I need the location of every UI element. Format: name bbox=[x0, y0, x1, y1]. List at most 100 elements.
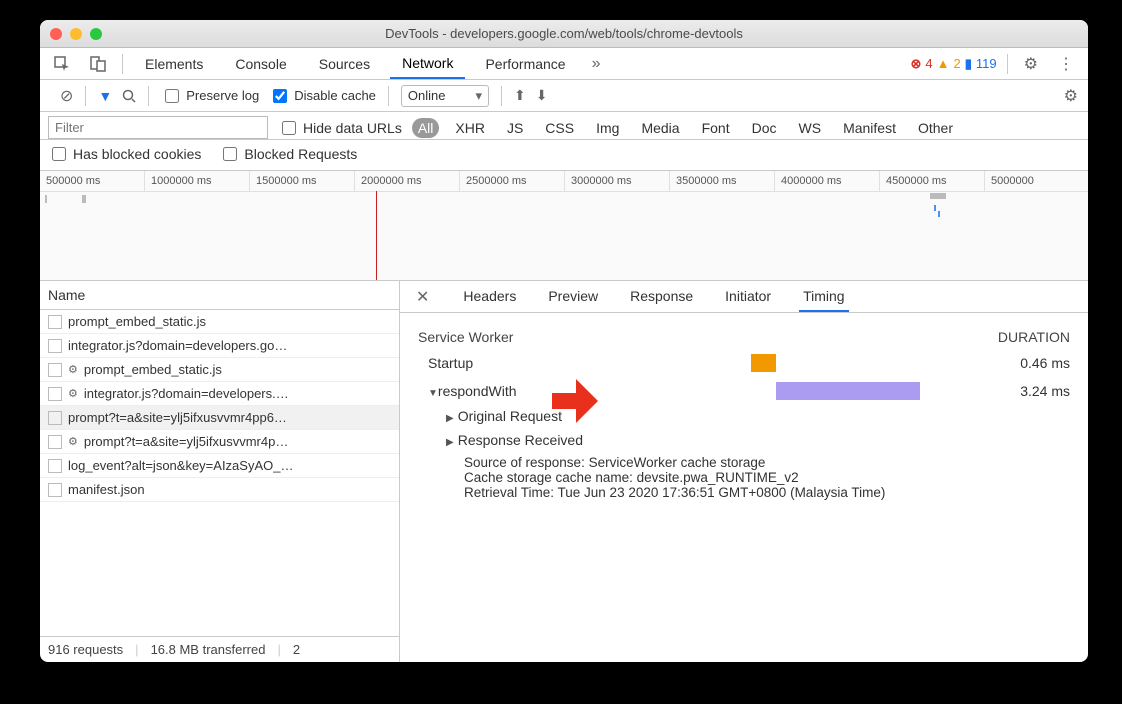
network-toolbar: ⊘ ▼ Preserve log Disable cache Online ▾ … bbox=[40, 80, 1088, 112]
timeline-tick: 2500000 ms bbox=[460, 171, 565, 191]
timeline-tick: 4000000 ms bbox=[775, 171, 880, 191]
hide-data-urls-checkbox[interactable]: Hide data URLs bbox=[278, 118, 402, 138]
close-detail-icon[interactable]: ✕ bbox=[410, 283, 435, 311]
filter-input[interactable] bbox=[48, 116, 268, 139]
timing-tree-item[interactable]: Original Request bbox=[446, 405, 1070, 429]
detail-tab-timing[interactable]: Timing bbox=[799, 282, 849, 312]
preserve-log-label: Preserve log bbox=[186, 88, 259, 103]
has-blocked-cookies-checkbox[interactable]: Has blocked cookies bbox=[48, 144, 201, 164]
request-row[interactable]: ⚙prompt_embed_static.js bbox=[40, 358, 399, 382]
filter-type-other[interactable]: Other bbox=[912, 118, 959, 138]
timing-detail-line: Cache storage cache name: devsite.pwa_RU… bbox=[464, 470, 1070, 485]
network-settings-icon[interactable]: ⚙ bbox=[1064, 86, 1078, 106]
request-row[interactable]: log_event?alt=json&key=AIzaSyAO_… bbox=[40, 454, 399, 478]
timing-section-label: Service Worker bbox=[418, 329, 513, 345]
throttling-value: Online bbox=[408, 88, 446, 103]
filter-type-css[interactable]: CSS bbox=[539, 118, 580, 138]
request-name: integrator.js?domain=developers.go… bbox=[68, 338, 287, 353]
has-blocked-cookies-label: Has blocked cookies bbox=[73, 146, 201, 162]
console-badges[interactable]: ⊗4 ▲2 ▮119 bbox=[911, 56, 997, 72]
timing-bar bbox=[751, 354, 776, 372]
hide-data-urls-label: Hide data URLs bbox=[303, 120, 402, 136]
message-icon: ▮ bbox=[965, 56, 972, 72]
request-row[interactable]: ⚙integrator.js?domain=developers.… bbox=[40, 382, 399, 406]
blocked-requests-checkbox[interactable]: Blocked Requests bbox=[219, 144, 357, 164]
detail-tab-preview[interactable]: Preview bbox=[544, 282, 602, 312]
filter-type-manifest[interactable]: Manifest bbox=[837, 118, 902, 138]
request-row[interactable]: ⚙prompt?t=a&site=ylj5ifxusvvmr4p… bbox=[40, 430, 399, 454]
request-row[interactable]: prompt_embed_static.js bbox=[40, 310, 399, 334]
download-har-icon[interactable]: ⬇ bbox=[536, 87, 548, 104]
tab-sources[interactable]: Sources bbox=[307, 50, 382, 78]
request-name: manifest.json bbox=[68, 482, 145, 497]
window-title: DevTools - developers.google.com/web/too… bbox=[40, 26, 1088, 41]
upload-har-icon[interactable]: ⬆ bbox=[514, 87, 526, 104]
request-list: prompt_embed_static.js integrator.js?doma… bbox=[40, 310, 399, 636]
content-split: Name prompt_embed_static.js integrator.js… bbox=[40, 281, 1088, 662]
tab-performance[interactable]: Performance bbox=[473, 50, 577, 78]
gear-icon: ⚙ bbox=[68, 363, 78, 376]
request-name: prompt_embed_static.js bbox=[68, 314, 206, 329]
timeline-tick: 3500000 ms bbox=[670, 171, 775, 191]
filter-type-js[interactable]: JS bbox=[501, 118, 529, 138]
timeline-tick: 2000000 ms bbox=[355, 171, 460, 191]
filter-type-media[interactable]: Media bbox=[635, 118, 685, 138]
detail-tab-response[interactable]: Response bbox=[626, 282, 697, 312]
tab-elements[interactable]: Elements bbox=[133, 50, 215, 78]
main-tab-bar: Elements Console Sources Network Perform… bbox=[40, 48, 1088, 80]
disable-cache-checkbox[interactable]: Disable cache bbox=[269, 86, 376, 106]
filter-type-img[interactable]: Img bbox=[590, 118, 625, 138]
request-name: integrator.js?domain=developers.… bbox=[84, 386, 289, 401]
file-icon bbox=[48, 411, 62, 425]
timing-detail-line: Source of response: ServiceWorker cache … bbox=[464, 455, 1070, 470]
request-list-header[interactable]: Name bbox=[40, 281, 399, 310]
filter-type-xhr[interactable]: XHR bbox=[449, 118, 491, 138]
device-toolbar-icon[interactable] bbox=[84, 52, 112, 76]
footer-transferred: 16.8 MB transferred bbox=[151, 642, 266, 657]
preserve-log-checkbox[interactable]: Preserve log bbox=[161, 86, 259, 106]
gear-icon: ⚙ bbox=[68, 435, 78, 448]
request-name: prompt?t=a&site=ylj5ifxusvvmr4pp6… bbox=[68, 410, 287, 425]
request-row[interactable]: integrator.js?domain=developers.go… bbox=[40, 334, 399, 358]
timing-detail-line: Retrieval Time: Tue Jun 23 2020 17:36:51… bbox=[464, 485, 1070, 500]
tab-network[interactable]: Network bbox=[390, 49, 465, 79]
filter-type-doc[interactable]: Doc bbox=[746, 118, 783, 138]
more-tabs-icon[interactable]: » bbox=[586, 51, 607, 77]
request-row[interactable]: manifest.json bbox=[40, 478, 399, 502]
settings-icon[interactable]: ⚙ bbox=[1018, 50, 1044, 78]
kebab-menu-icon[interactable]: ⋮ bbox=[1052, 50, 1080, 78]
clear-icon[interactable]: ⊘ bbox=[60, 86, 73, 106]
filter-type-all[interactable]: All bbox=[412, 118, 440, 138]
timing-row: ▼respondWith3.24 ms bbox=[418, 377, 1070, 405]
timeline-tick: 4500000 ms bbox=[880, 171, 985, 191]
search-icon[interactable] bbox=[122, 89, 136, 103]
request-row[interactable]: prompt?t=a&site=ylj5ifxusvvmr4pp6… bbox=[40, 406, 399, 430]
filter-type-font[interactable]: Font bbox=[696, 118, 736, 138]
filter-type-ws[interactable]: WS bbox=[793, 118, 828, 138]
message-count: 119 bbox=[976, 56, 997, 71]
timing-tree-item[interactable]: Response Received bbox=[446, 429, 1070, 453]
tab-console[interactable]: Console bbox=[223, 50, 298, 78]
detail-tab-initiator[interactable]: Initiator bbox=[721, 282, 775, 312]
file-icon bbox=[48, 483, 62, 497]
throttling-select[interactable]: Online ▾ bbox=[401, 85, 489, 107]
request-list-panel: Name prompt_embed_static.js integrator.js… bbox=[40, 281, 400, 662]
inspect-element-icon[interactable] bbox=[48, 52, 76, 76]
timeline-cursor[interactable] bbox=[376, 191, 377, 280]
disable-cache-label: Disable cache bbox=[294, 88, 376, 103]
devtools-window: DevTools - developers.google.com/web/too… bbox=[40, 20, 1088, 662]
filter-bar: Hide data URLs All XHR JS CSS Img Media Font Do… bbox=[40, 112, 1088, 140]
chevron-down-icon: ▾ bbox=[475, 88, 482, 104]
filter-icon[interactable]: ▼ bbox=[98, 88, 112, 104]
detail-tab-headers[interactable]: Headers bbox=[459, 282, 520, 312]
file-icon bbox=[48, 339, 62, 353]
timeline-tick: 1500000 ms bbox=[250, 171, 355, 191]
footer-requests: 916 requests bbox=[48, 642, 123, 657]
timeline-tick: 1000000 ms bbox=[145, 171, 250, 191]
request-list-footer: 916 requests | 16.8 MB transferred | 2 bbox=[40, 636, 399, 662]
timing-bar bbox=[776, 382, 920, 400]
timeline-overview[interactable]: 500000 ms1000000 ms1500000 ms2000000 ms2… bbox=[40, 171, 1088, 281]
error-count: 4 bbox=[925, 56, 932, 71]
file-icon bbox=[48, 459, 62, 473]
error-icon: ⊗ bbox=[911, 56, 922, 72]
